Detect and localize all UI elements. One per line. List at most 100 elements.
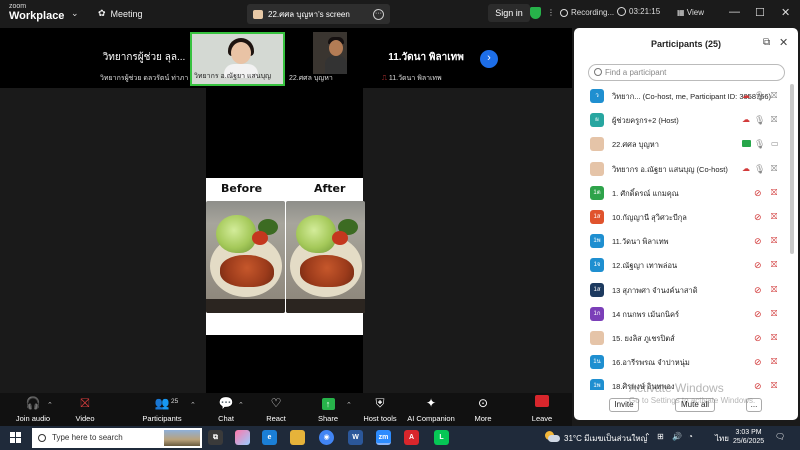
muted-mic-icon[interactable]: ⊘ bbox=[754, 333, 762, 344]
camera-icon[interactable]: ▭ bbox=[771, 139, 779, 148]
mic-icon[interactable]: 🎙 bbox=[754, 139, 765, 150]
maximize-icon[interactable]: ☐ bbox=[755, 6, 765, 19]
participant-row[interactable]: 15. ยงลิส ภูเชรปิตส์ ⊘ ⛝ bbox=[574, 326, 798, 350]
sign-in-button[interactable]: Sign in bbox=[488, 4, 530, 22]
ai-companion-button[interactable]: ✦ AI Companion bbox=[406, 395, 456, 425]
acrobat-icon[interactable]: A bbox=[404, 430, 419, 445]
search-highlight-image bbox=[164, 430, 200, 446]
camera-off-icon[interactable]: ⛝ bbox=[771, 236, 777, 246]
more-dots-icon[interactable]: ⋮ bbox=[547, 8, 555, 17]
react-button[interactable]: ♡ React bbox=[251, 395, 301, 425]
view-button[interactable]: ▦ View bbox=[677, 8, 704, 17]
view-icon: ▦ bbox=[677, 8, 685, 17]
copilot-icon[interactable] bbox=[235, 430, 250, 445]
camera-off-icon[interactable]: ⛝ bbox=[771, 188, 777, 198]
weather-icon[interactable] bbox=[545, 431, 560, 442]
close-panel-icon[interactable]: ✕ bbox=[779, 36, 788, 49]
participant-row[interactable]: ผผู้ช่วยครูกร+2 (Host) ☁ 🎙 ⛝ bbox=[574, 108, 798, 132]
camera-off-icon[interactable]: ⛝ bbox=[771, 260, 777, 270]
participant-name: 11.วัดนา พิลาเทพ bbox=[612, 237, 669, 247]
camera-icon[interactable]: ⛝ bbox=[771, 164, 777, 174]
chat-options-caret-icon[interactable]: ⌃ bbox=[238, 401, 244, 409]
network-icon[interactable]: ⊞ bbox=[657, 432, 664, 441]
shield-icon[interactable] bbox=[530, 7, 541, 19]
participant-row[interactable]: 1ส 10.กัญญานี สุวิศวะบีกุล ⊘ ⛝ bbox=[574, 205, 798, 229]
wifi-icon[interactable]: ◔ bbox=[688, 432, 693, 441]
video-tile[interactable]: วิทยากรผู้ช่วย ลุล... วิทยากรผู้ช่วย ดลว… bbox=[98, 32, 190, 86]
mic-icon[interactable]: 🎙 bbox=[754, 164, 765, 175]
host-tools-button[interactable]: ⛨ Host tools bbox=[355, 395, 405, 425]
tray-expand-icon[interactable]: ⌃ bbox=[644, 432, 651, 441]
chat-button[interactable]: 💬 Chat bbox=[201, 395, 251, 425]
video-button[interactable]: ⛝ Video bbox=[60, 395, 110, 425]
participant-row[interactable]: 1พ 11.วัดนา พิลาเทพ ⊘ ⛝ bbox=[574, 229, 798, 253]
camera-icon[interactable]: ⛝ bbox=[771, 115, 777, 125]
recording-status[interactable]: Recording... bbox=[560, 8, 614, 17]
participant-row[interactable]: วิทยากร อ.ณัฐยา แสนบุญ (Co-host) ☁ 🎙 ⛝ bbox=[574, 157, 798, 181]
muted-mic-icon[interactable]: ⊘ bbox=[754, 212, 762, 223]
participant-row[interactable]: 1น 16.อารีรพรณ จำปาหนุ่ม ⊘ ⛝ bbox=[574, 350, 798, 374]
camera-off-icon[interactable]: ⛝ bbox=[771, 333, 777, 343]
audio-options-caret-icon[interactable]: ⌃ bbox=[47, 401, 53, 409]
meeting-menu[interactable]: ✿ Meeting bbox=[98, 8, 143, 19]
leave-button[interactable]: Leave bbox=[517, 395, 567, 425]
camera-off-icon[interactable]: ⛝ bbox=[771, 285, 777, 295]
mic-icon[interactable]: 🎙 bbox=[754, 91, 765, 102]
weather-text[interactable]: 31°C มีเมฆเป็นส่วนใหญ่ bbox=[564, 432, 647, 445]
participant-row[interactable]: 22.ศศล บุญหา 🎙 ▭ bbox=[574, 132, 798, 156]
join-audio-button[interactable]: 🎧 Join audio bbox=[8, 395, 58, 425]
participant-row[interactable]: ววิทยาก... (Co-host, me, Participant ID:… bbox=[574, 84, 798, 108]
zoom-logo: zoom Workplace bbox=[9, 3, 64, 22]
taskbar-search-input[interactable]: Type here to search bbox=[32, 428, 202, 448]
participant-name: 16.อารีรพรณ จำปาหนุ่ม bbox=[612, 358, 690, 368]
muted-mic-icon[interactable]: ⊘ bbox=[754, 236, 762, 247]
share-options-caret-icon[interactable]: ⌃ bbox=[346, 401, 352, 409]
video-tile[interactable]: 11.วัดนา พิลาเทพ ⎍ 11.วัดนา พิลาเทพ bbox=[380, 32, 472, 86]
participant-row[interactable]: 1จ 12.ณัฐญา เทาพล่อน ⊘ ⛝ bbox=[574, 253, 798, 277]
zoom-taskbar-icon[interactable]: zm bbox=[376, 430, 391, 445]
video-tile-active-speaker[interactable]: วิทยากร อ.ณัฐยา แสนบุญ bbox=[190, 32, 285, 86]
muted-mic-icon[interactable]: ⊘ bbox=[754, 309, 762, 320]
participant-row[interactable]: 1ต 1. ศักดิ์ดรณ์ แกมคุณ ⊘ ⛝ bbox=[574, 181, 798, 205]
muted-mic-icon[interactable]: ⊘ bbox=[754, 260, 762, 271]
task-view-icon[interactable]: ⧉ bbox=[208, 430, 223, 445]
participant-search-input[interactable]: Find a participant bbox=[588, 64, 785, 81]
participant-name: 14 กนกพร เม้นกนิคร์ bbox=[612, 309, 680, 319]
edge-icon[interactable]: e bbox=[262, 430, 277, 445]
muted-mic-icon[interactable]: ⊘ bbox=[754, 285, 762, 296]
participant-row[interactable]: 1ส 13 สุภาพศา จำนงค์นาสาดิ ⊘ ⛝ bbox=[574, 278, 798, 302]
chrome-icon[interactable]: ◉ bbox=[319, 430, 334, 445]
next-page-arrow-icon[interactable]: › bbox=[480, 50, 498, 68]
screen-share-title[interactable]: 22.ศศล บุญหา's screen ··· bbox=[247, 4, 390, 24]
camera-off-icon[interactable]: ⛝ bbox=[771, 357, 777, 367]
muted-mic-icon[interactable]: ⊘ bbox=[754, 188, 762, 199]
mic-icon[interactable]: 🎙 bbox=[754, 115, 765, 126]
share-button[interactable]: ↑ Share bbox=[303, 395, 353, 425]
participants-button[interactable]: 👥 Participants bbox=[137, 395, 187, 425]
camera-off-icon[interactable]: ⛝ bbox=[771, 212, 777, 222]
pop-out-icon[interactable]: ⧉ bbox=[763, 37, 770, 48]
file-explorer-icon[interactable] bbox=[290, 430, 305, 445]
minimize-icon[interactable]: — bbox=[729, 6, 740, 18]
camera-off-icon[interactable]: ⛝ bbox=[771, 381, 777, 390]
windows-start-icon[interactable] bbox=[10, 432, 21, 443]
language-indicator[interactable]: ไทย bbox=[715, 432, 729, 445]
muted-mic-icon[interactable]: ⊘ bbox=[754, 357, 762, 368]
more-button[interactable]: ⊙ More bbox=[458, 395, 508, 425]
more-options-icon[interactable]: ··· bbox=[373, 8, 384, 20]
chevron-down-icon[interactable]: ⌄ bbox=[71, 8, 79, 19]
camera-off-icon[interactable]: ⛝ bbox=[771, 309, 777, 319]
video-tile[interactable]: 22.ศศล บุญหา bbox=[287, 32, 373, 86]
participant-row[interactable]: 1ก 14 กนกพร เม้นกนิคร์ ⊘ ⛝ bbox=[574, 302, 798, 326]
taskbar-clock[interactable]: 3:03 PM 25/6/2025 bbox=[733, 428, 764, 446]
notifications-icon[interactable]: 🗨 bbox=[775, 432, 785, 441]
volume-icon[interactable]: 🔊 bbox=[672, 432, 682, 441]
list-scrollbar[interactable] bbox=[790, 84, 794, 254]
camera-icon[interactable]: ⛝ bbox=[771, 91, 777, 101]
line-icon[interactable]: L bbox=[434, 430, 449, 445]
participants-options-caret-icon[interactable]: ⌃ bbox=[190, 401, 196, 409]
logo-line2: Workplace bbox=[9, 10, 65, 22]
close-window-icon[interactable]: ✕ bbox=[781, 6, 790, 19]
muted-mic-icon[interactable]: ⊘ bbox=[754, 381, 762, 390]
word-icon[interactable]: W bbox=[348, 430, 363, 445]
